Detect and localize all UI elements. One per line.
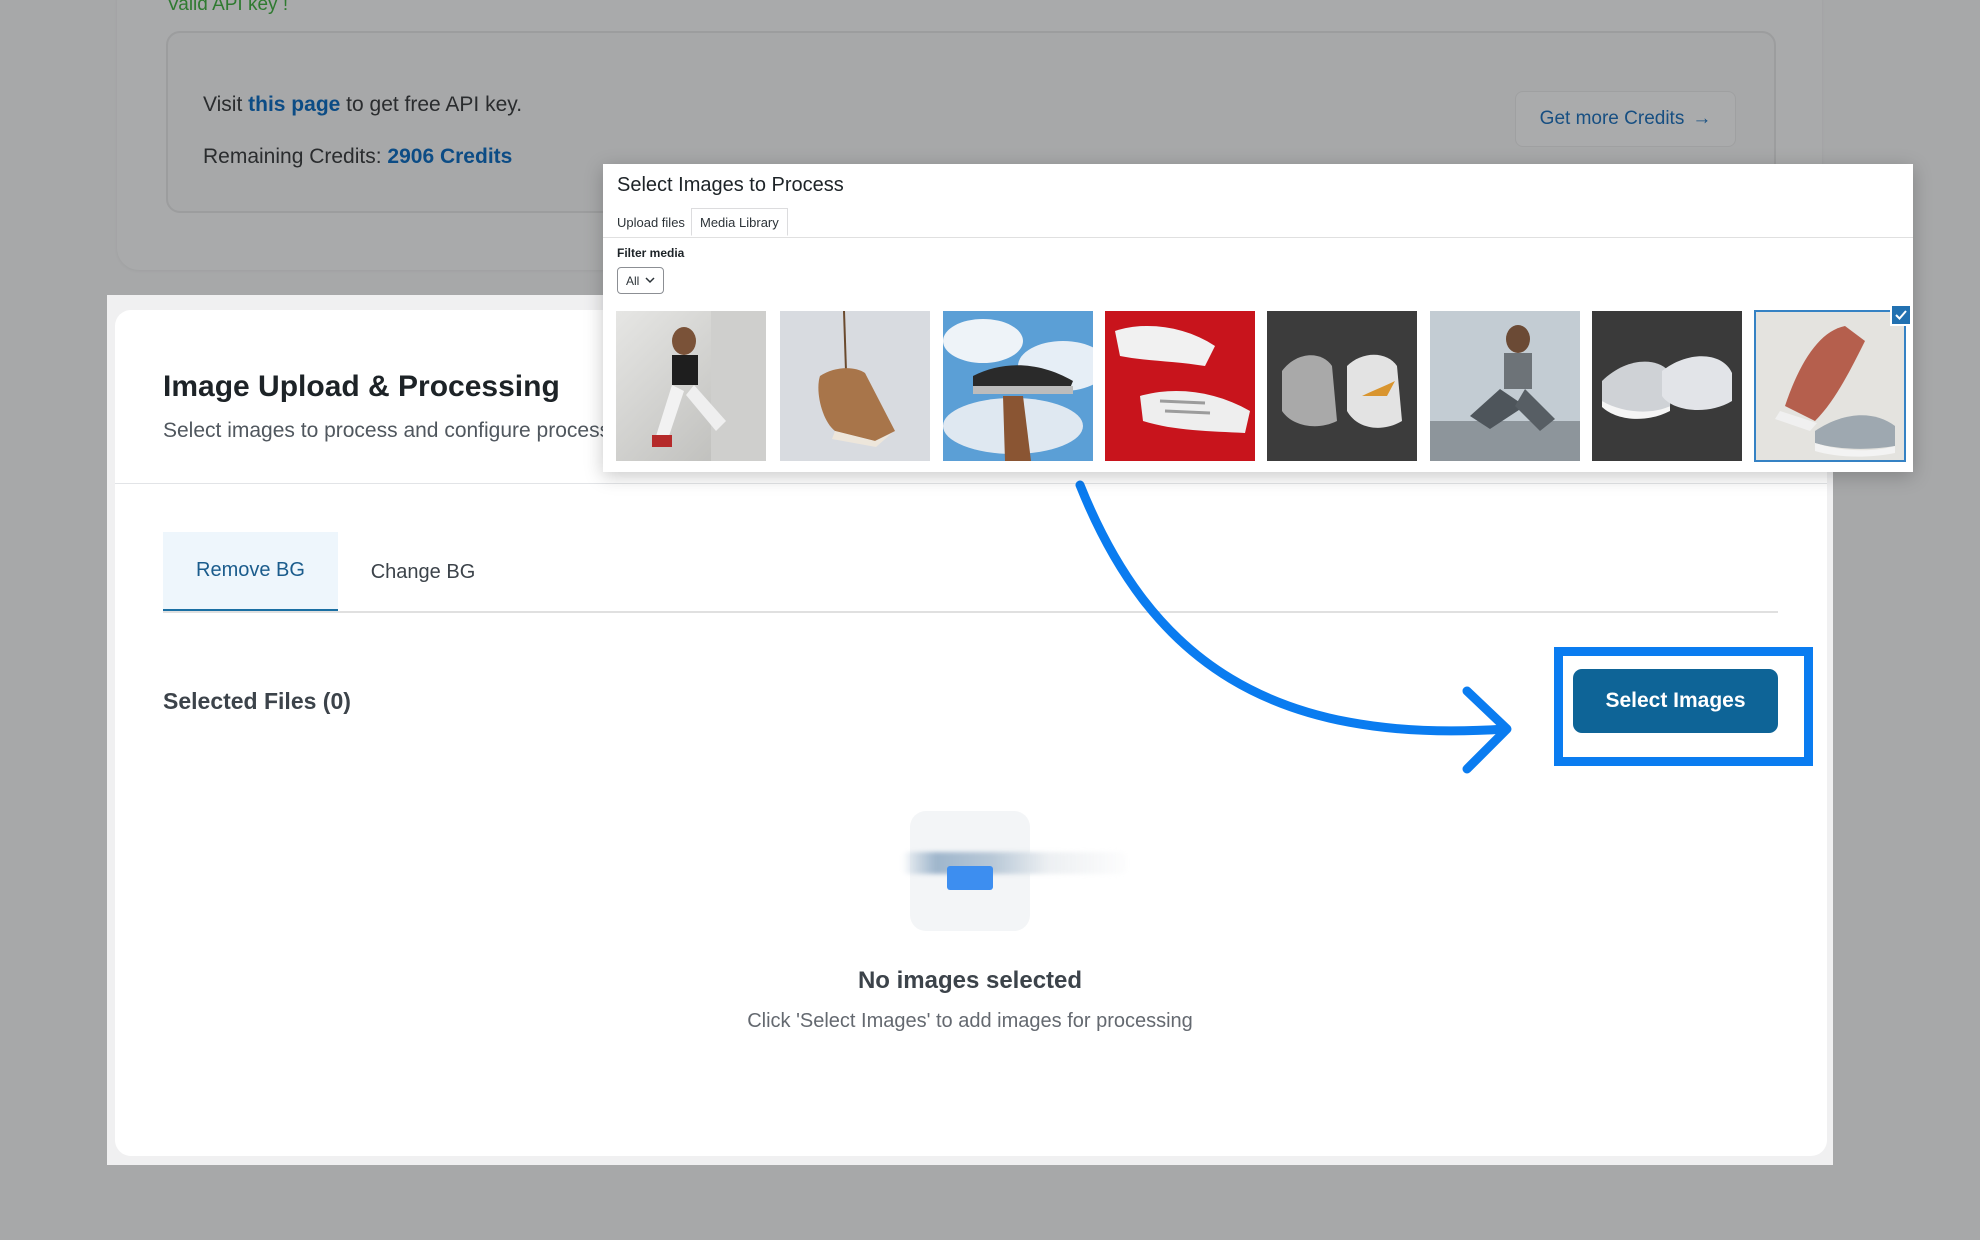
- modal-divider: [603, 237, 1913, 238]
- red-grey-sneakers-photo-icon: [1755, 311, 1905, 461]
- white-sneakers-red-photo-icon: [1105, 311, 1255, 461]
- modal-title: Select Images to Process: [617, 174, 844, 196]
- chevron-down-icon: [645, 277, 655, 284]
- tab-media-library[interactable]: Media Library: [691, 208, 788, 236]
- media-thumbnail[interactable]: [943, 311, 1093, 461]
- sneaker-sky-photo-icon: [943, 311, 1093, 461]
- media-thumbnail-selected[interactable]: [1754, 310, 1906, 462]
- media-thumbnail[interactable]: [1267, 311, 1417, 461]
- grey-sneakers-dark-photo-icon: [1592, 311, 1742, 461]
- media-thumbnail[interactable]: [1592, 311, 1742, 461]
- filter-media-label: Filter media: [617, 246, 685, 260]
- media-thumbnail[interactable]: [616, 311, 766, 461]
- media-thumbnail[interactable]: [1430, 311, 1580, 461]
- brown-shoe-hanging-photo-icon: [780, 311, 930, 461]
- media-thumbnail[interactable]: [780, 311, 930, 461]
- nike-sneakers-dark-photo-icon: [1267, 311, 1417, 461]
- checkmark-icon[interactable]: [1890, 304, 1912, 326]
- woman-fitness-photo-icon: [616, 311, 766, 461]
- tab-upload-files[interactable]: Upload files: [609, 208, 693, 236]
- filter-media-select[interactable]: All: [617, 267, 664, 294]
- woman-sitting-photo-icon: [1430, 311, 1580, 461]
- media-thumbnail[interactable]: [1105, 311, 1255, 461]
